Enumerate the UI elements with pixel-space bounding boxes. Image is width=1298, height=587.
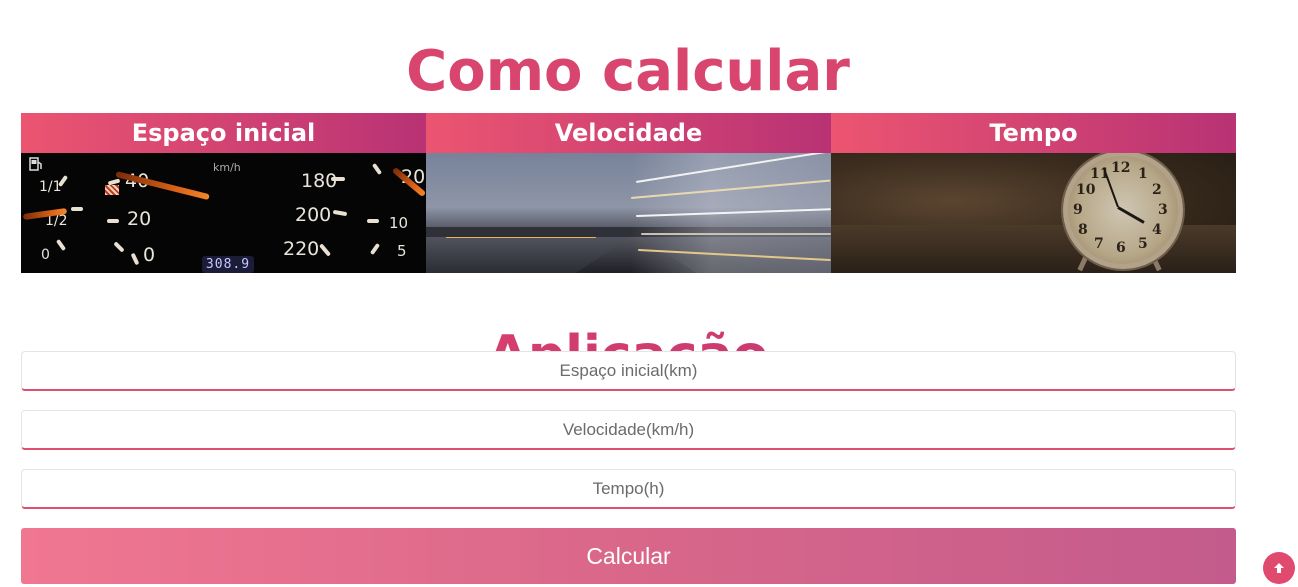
- clock-number: 6: [1116, 240, 1126, 256]
- clock-number: 8: [1078, 222, 1088, 238]
- card-title: Tempo: [831, 113, 1236, 153]
- fuel-mark-empty: 0: [41, 247, 50, 263]
- clock-number: 2: [1152, 182, 1162, 198]
- motion-blur-image: [426, 153, 831, 273]
- light-streak: [641, 233, 831, 235]
- espaco-inicial-field: [21, 351, 1236, 391]
- clock-number: 12: [1111, 160, 1131, 176]
- gauge-tick: [107, 219, 119, 223]
- tempo-input[interactable]: [22, 470, 1235, 507]
- speed-label-180: 180: [301, 170, 338, 192]
- alarm-clock-image: 12 1 2 3 4 5 6 7 8 9 10 11: [831, 153, 1236, 273]
- tempo-field: [21, 469, 1236, 509]
- velocidade-field: [21, 410, 1236, 450]
- speed-unit: km/h: [213, 161, 241, 174]
- speedometer-image: 1/1 1/2 0 40 20 0 km/h 308.9 180 20: [21, 153, 426, 273]
- gauge-tick: [318, 243, 332, 257]
- gauge-tick: [332, 209, 348, 217]
- rpm-label-5: 5: [397, 242, 407, 260]
- odometer-display: 308.9: [202, 256, 254, 273]
- gauge-tick: [371, 162, 383, 176]
- speed-label-220: 220: [283, 238, 320, 260]
- rpm-label-10: 10: [389, 214, 409, 232]
- hour-hand: [1117, 206, 1145, 224]
- espaco-inicial-input[interactable]: [22, 352, 1235, 389]
- fuel-icon: [29, 157, 42, 171]
- gauge-tick: [369, 242, 381, 256]
- gauge-tick: [331, 177, 345, 181]
- card-espaco-inicial: Espaço inicial 1/1 1/2 0 40 20 0: [21, 113, 426, 273]
- speed-label-20: 20: [127, 208, 152, 230]
- arrow-up-icon: [1274, 563, 1284, 573]
- card-velocidade: Velocidade: [426, 113, 831, 273]
- gauge-tick: [55, 238, 67, 252]
- page-title: Como calcular: [406, 38, 850, 104]
- clock-number: 9: [1073, 202, 1083, 218]
- speed-label-0: 0: [143, 244, 156, 266]
- speed-label-200: 200: [295, 204, 332, 226]
- gauge-tick: [71, 207, 83, 211]
- clock-number: 4: [1152, 222, 1162, 238]
- page: Como calcular Espaço inicial 1/1 1/2 0 4…: [0, 0, 1298, 587]
- card-title: Velocidade: [426, 113, 831, 153]
- scroll-top-button[interactable]: [1263, 552, 1295, 584]
- fuel-mark-full: 1/1: [39, 179, 62, 195]
- gauge-tick: [113, 241, 125, 253]
- light-streak: [446, 237, 596, 238]
- clock-number: 7: [1094, 236, 1104, 252]
- card-title: Espaço inicial: [21, 113, 426, 153]
- card-tempo: Tempo 12 1 2 3 4 5 6 7 8 9 10 11: [831, 113, 1236, 273]
- warning-light: [105, 185, 119, 195]
- clock-number: 5: [1138, 236, 1148, 252]
- gauge-tick: [130, 252, 140, 266]
- concept-cards: Espaço inicial 1/1 1/2 0 40 20 0: [21, 113, 1236, 273]
- clock-number: 3: [1158, 202, 1168, 218]
- calcular-button[interactable]: Calcular: [21, 528, 1236, 584]
- gauge-tick: [367, 219, 379, 223]
- velocidade-input[interactable]: [22, 411, 1235, 448]
- clock-face: 12 1 2 3 4 5 6 7 8 9 10 11: [1063, 153, 1183, 269]
- clock-number: 1: [1138, 166, 1148, 182]
- clock-number: 10: [1076, 182, 1096, 198]
